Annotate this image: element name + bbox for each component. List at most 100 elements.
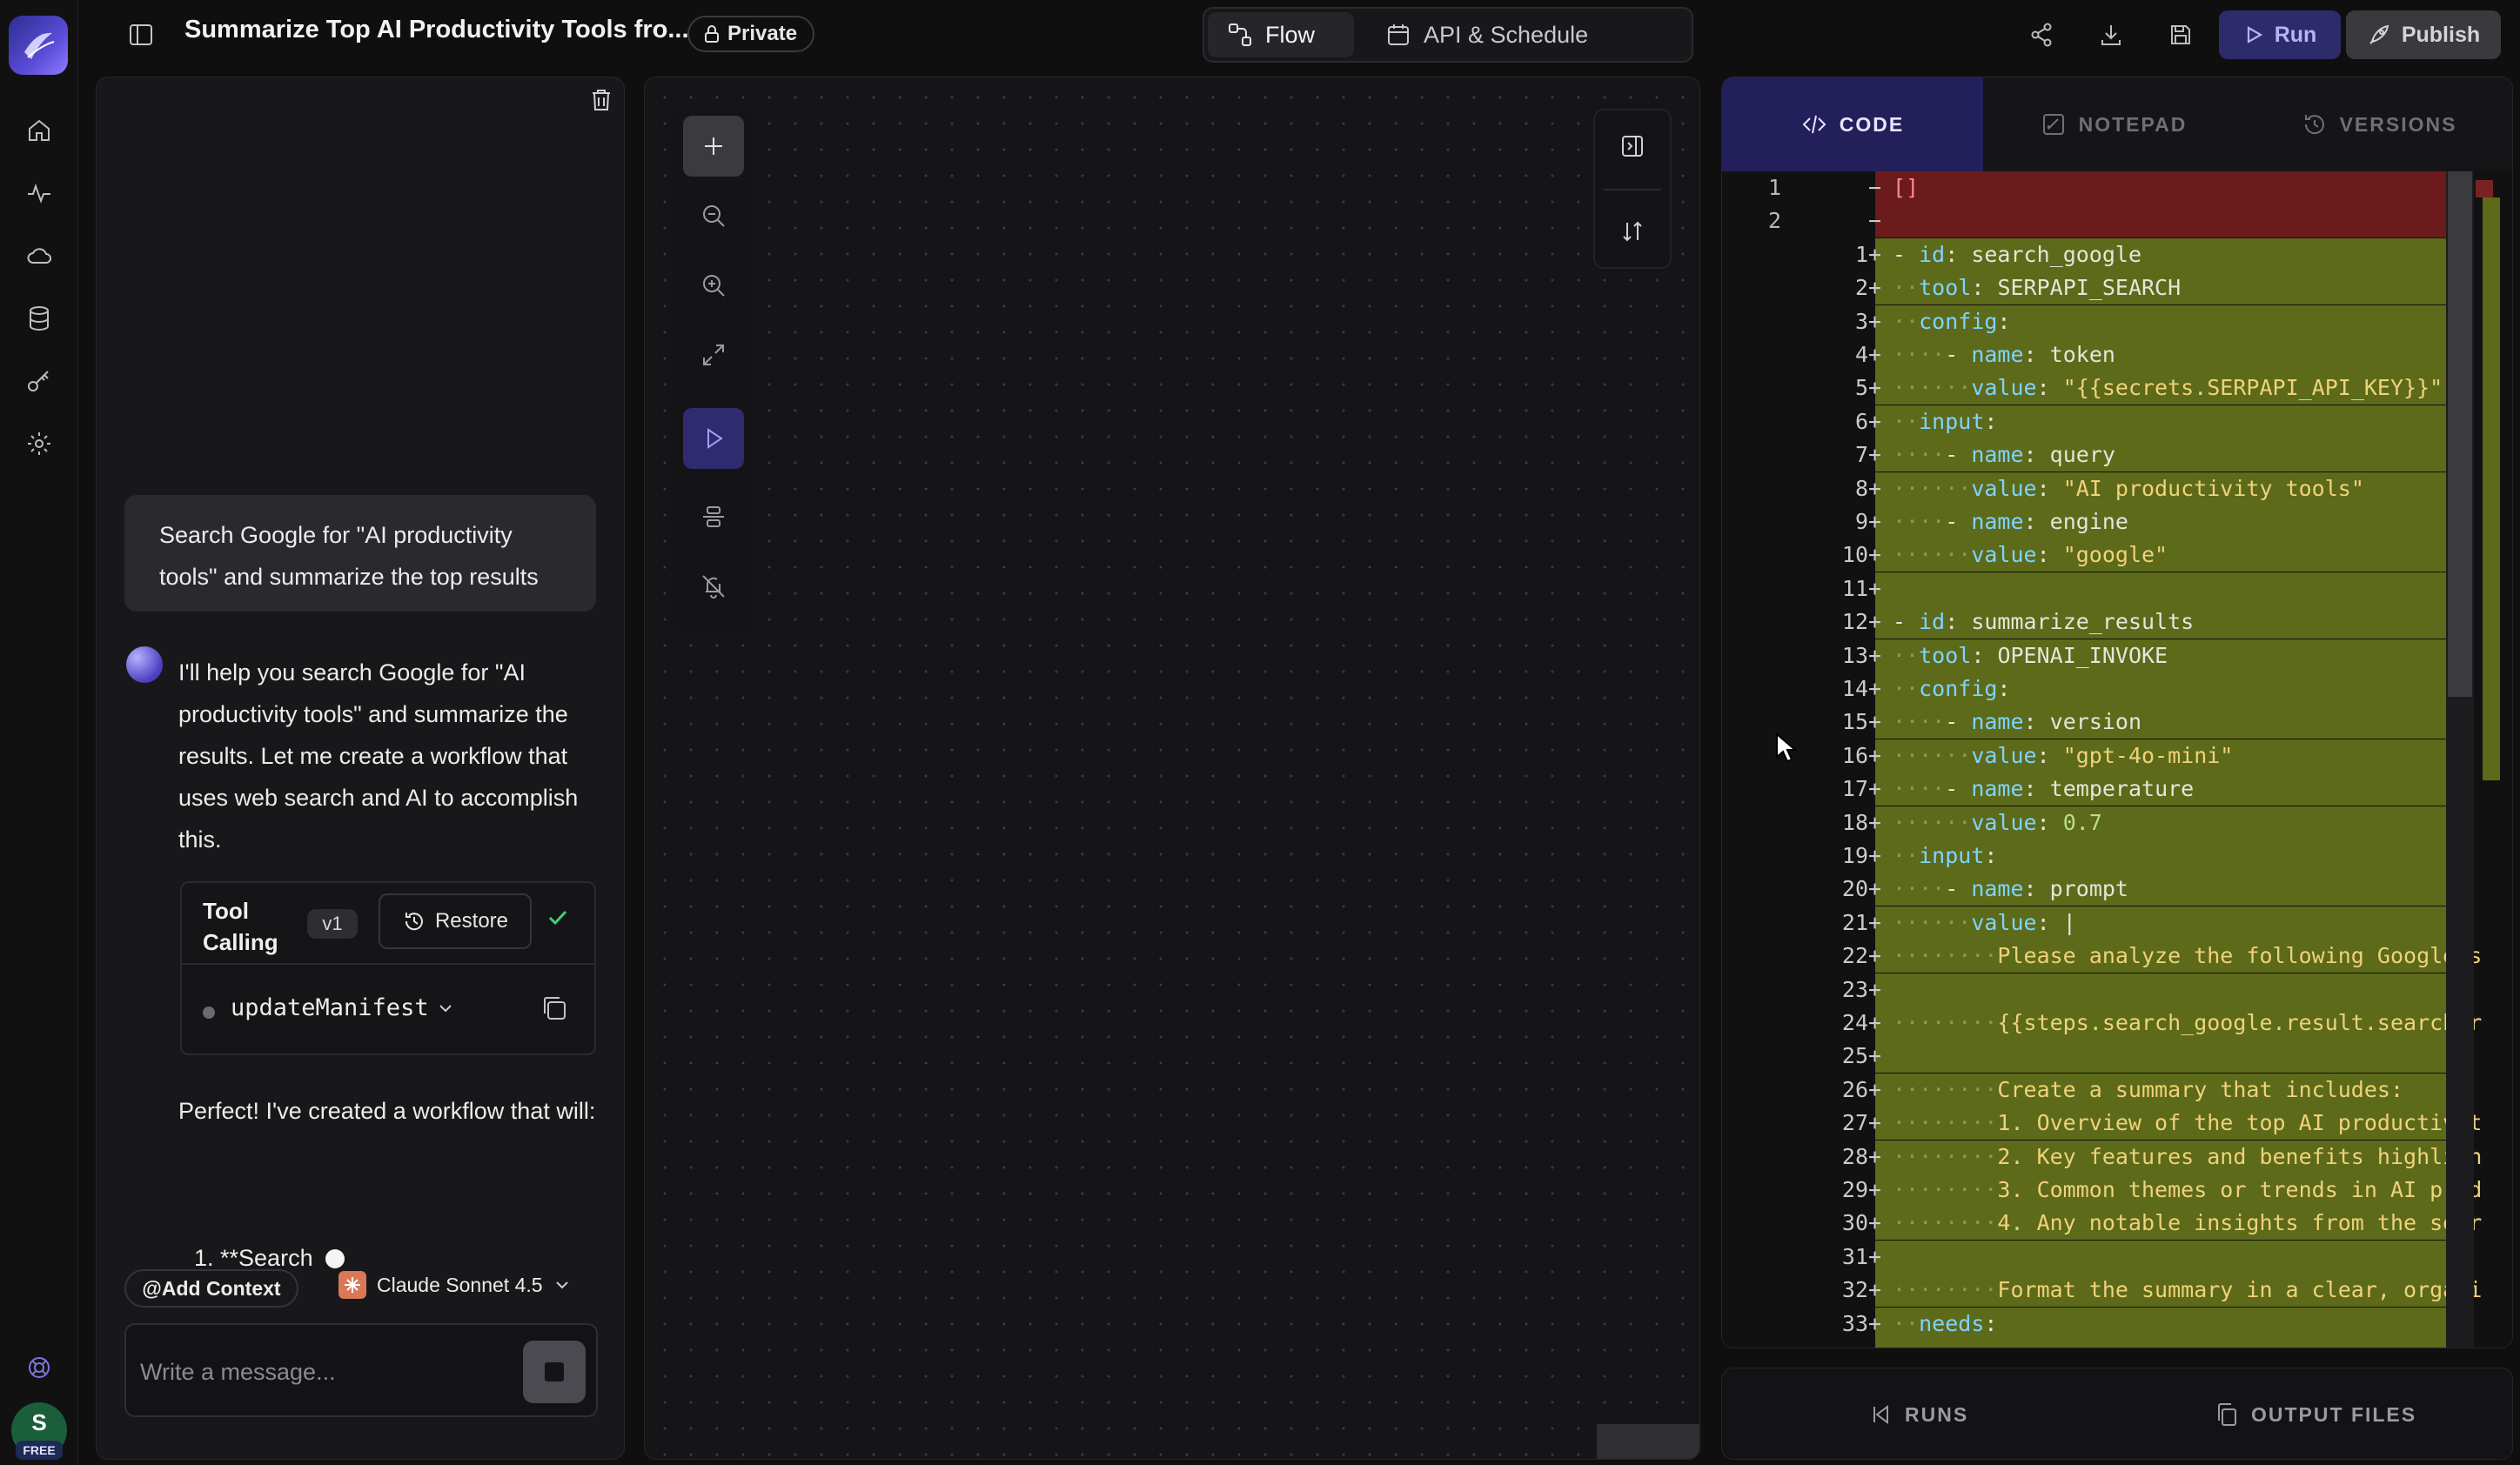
check-icon xyxy=(546,906,570,934)
zoom-out-button[interactable] xyxy=(683,185,744,246)
run-button[interactable]: Run xyxy=(2219,10,2341,59)
run-label: Run xyxy=(2274,22,2317,47)
tool-function-toggle[interactable]: updateManifest xyxy=(231,994,455,1021)
diff-line-added: 1 + - id: search_google xyxy=(1722,237,2512,271)
scrollbar-thumb[interactable] xyxy=(2448,171,2472,697)
copy-icon[interactable] xyxy=(539,993,570,1028)
line-number: 8 xyxy=(1854,475,1868,501)
notifications-off-button[interactable] xyxy=(683,556,744,617)
tab-output-files[interactable]: OUTPUT FILES xyxy=(2215,1368,2416,1461)
tab-runs[interactable]: RUNS xyxy=(1870,1368,1968,1461)
typing-indicator xyxy=(325,1248,345,1268)
minimap-added-marker xyxy=(2483,197,2500,780)
diff-marker: + xyxy=(1868,676,1882,701)
diff-line-added: 31 + xyxy=(1722,1240,2512,1274)
line-number: 26 xyxy=(1841,1076,1868,1102)
code-text: ··input: xyxy=(1893,408,1998,434)
files-icon xyxy=(2218,1403,2236,1426)
add-context-button[interactable]: @Add Context xyxy=(124,1269,298,1308)
diff-line-added: 15 + ····- name: version xyxy=(1722,706,2512,739)
diff-marker: + xyxy=(1868,1341,1887,1348)
restore-button[interactable]: Restore xyxy=(379,893,532,949)
line-number: 18 xyxy=(1841,809,1868,835)
model-selector[interactable]: Claude Sonnet 4.5 xyxy=(338,1271,571,1299)
line-number: 33 xyxy=(1841,1310,1868,1336)
restore-label: Restore xyxy=(434,909,509,933)
diff-line-added: 13 + ··tool: OPENAI_INVOKE xyxy=(1722,639,2512,672)
align-button[interactable] xyxy=(683,486,744,547)
diff-line-added: 9 + ····- name: engine xyxy=(1722,505,2512,539)
diff-line-added: 25 + xyxy=(1722,1040,2512,1074)
notepad-icon xyxy=(2042,114,2064,135)
divider xyxy=(182,963,594,965)
diff-line-added: 4 + ····- name: token xyxy=(1722,338,2512,371)
tab-api-schedule[interactable]: API & Schedule xyxy=(1366,12,1688,57)
tab-code[interactable]: CODE xyxy=(1722,77,1983,171)
code-text: ····- name: query xyxy=(1893,442,2115,468)
code-text: ··needs: xyxy=(1893,1310,1998,1336)
tab-versions[interactable]: VERSIONS xyxy=(2244,77,2512,171)
app-logo[interactable] xyxy=(9,16,68,75)
support-icon[interactable] xyxy=(22,1350,57,1385)
diff-marker: + xyxy=(1868,909,1882,935)
code-text: - id: search_google xyxy=(1893,241,2141,267)
zoom-in-button[interactable] xyxy=(683,255,744,316)
add-node-button[interactable] xyxy=(683,116,744,177)
sort-button[interactable] xyxy=(1602,201,1663,262)
top-bar: Summarize Top AI Productivity Tools fro.… xyxy=(78,0,2520,70)
diff-line-added: 23 + xyxy=(1722,973,2512,1007)
tab-flow[interactable]: Flow xyxy=(1208,12,1354,57)
diff-line-deleted: 1 −[] xyxy=(1722,171,2512,204)
tab-notepad[interactable]: NOTEPAD xyxy=(1983,77,2244,171)
code-text: - id: summarize_results xyxy=(1893,609,2195,635)
line-number: 16 xyxy=(1841,742,1868,768)
expand-icon xyxy=(703,345,724,365)
line-number: 4 xyxy=(1854,342,1868,367)
stop-button[interactable] xyxy=(523,1341,586,1403)
trash-icon[interactable] xyxy=(584,83,619,117)
version-badge: v1 xyxy=(307,909,358,939)
minimap[interactable] xyxy=(1597,1424,1699,1459)
lock-icon xyxy=(705,25,719,43)
line-number: 1 xyxy=(1854,241,1868,267)
sort-icon xyxy=(1623,221,1642,242)
diff-line-added: 26 + ········Create a summary that include… xyxy=(1722,1073,2512,1107)
model-name: Claude Sonnet 4.5 xyxy=(377,1273,543,1296)
diff-line-added: 30 + ········4. Any notable insights from … xyxy=(1722,1207,2512,1241)
diff-line-added: 27 + ········1. Overview of the top AI pro… xyxy=(1722,1107,2512,1141)
status-dot xyxy=(203,1007,215,1019)
database-icon[interactable] xyxy=(22,301,57,336)
code-text: [] xyxy=(1893,175,1920,200)
line-number: 31 xyxy=(1841,1243,1868,1269)
activity-icon[interactable] xyxy=(22,176,57,211)
sidebar-toggle-icon[interactable] xyxy=(124,17,158,52)
settings-icon[interactable] xyxy=(22,426,57,461)
download-icon[interactable] xyxy=(2094,17,2128,52)
diff-line-added: 32 + ········Format the summary in a clear… xyxy=(1722,1274,2512,1308)
fit-view-button[interactable] xyxy=(683,324,744,385)
code-editor[interactable]: 1−[] 2−1 + - id: search_google 2 + ··tool: SER… xyxy=(1722,171,2512,1348)
diff-line-added: 22 + ········Please analyze the following … xyxy=(1722,940,2512,973)
diff-marker: + xyxy=(1868,342,1882,367)
run-flow-button[interactable] xyxy=(683,408,744,469)
visibility-badge[interactable]: Private xyxy=(687,16,815,52)
toggle-panel-button[interactable] xyxy=(1602,116,1663,177)
diff-marker: + xyxy=(1868,976,1882,1002)
minimap-deleted-marker xyxy=(2476,180,2493,197)
play-icon xyxy=(2247,26,2262,43)
code-text: ····- name: engine xyxy=(1893,509,2128,534)
line-number: 1 xyxy=(1767,175,1781,200)
publish-button[interactable]: Publish xyxy=(2346,10,2501,59)
flow-canvas[interactable] xyxy=(644,77,1700,1460)
diff-marker: + xyxy=(1868,509,1882,534)
cloud-icon[interactable] xyxy=(22,238,57,273)
save-icon[interactable] xyxy=(2163,17,2198,52)
message-input[interactable] xyxy=(140,1353,506,1391)
visibility-label: Private xyxy=(727,22,798,45)
zoom-in-icon xyxy=(703,275,725,297)
assistant-list-item: 1. **Search xyxy=(194,1245,345,1272)
home-icon[interactable] xyxy=(22,113,57,148)
share-icon[interactable] xyxy=(2024,17,2059,52)
diff-line-added: 20 + ····- name: prompt xyxy=(1722,873,2512,906)
key-icon[interactable] xyxy=(22,364,57,398)
